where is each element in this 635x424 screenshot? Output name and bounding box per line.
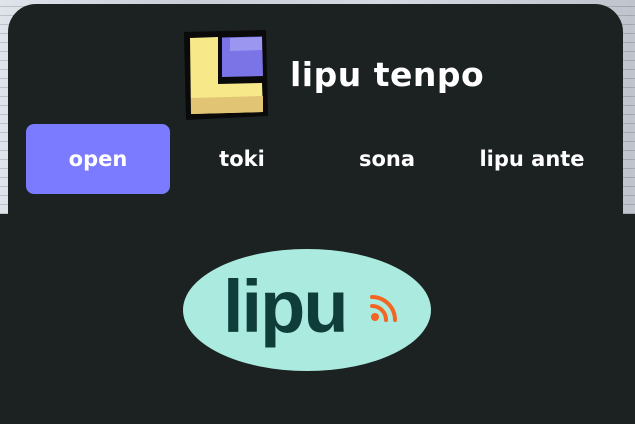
lipu-tenpo-logo-icon[interactable] <box>178 26 270 122</box>
nav-tabs: open toki sona lipu ante <box>26 124 604 194</box>
tab-open[interactable]: open <box>26 124 170 194</box>
tab-sona[interactable]: sona <box>315 124 459 194</box>
tab-toki[interactable]: toki <box>170 124 314 194</box>
header: lipu tenpo <box>8 4 623 124</box>
hero-wordmark: lipu <box>223 265 349 348</box>
app-title: lipu tenpo <box>290 55 485 94</box>
tab-lipu-ante[interactable]: lipu ante <box>460 124 604 194</box>
lipu-feed-logo[interactable]: lipu <box>183 249 431 371</box>
rss-icon <box>370 295 397 322</box>
